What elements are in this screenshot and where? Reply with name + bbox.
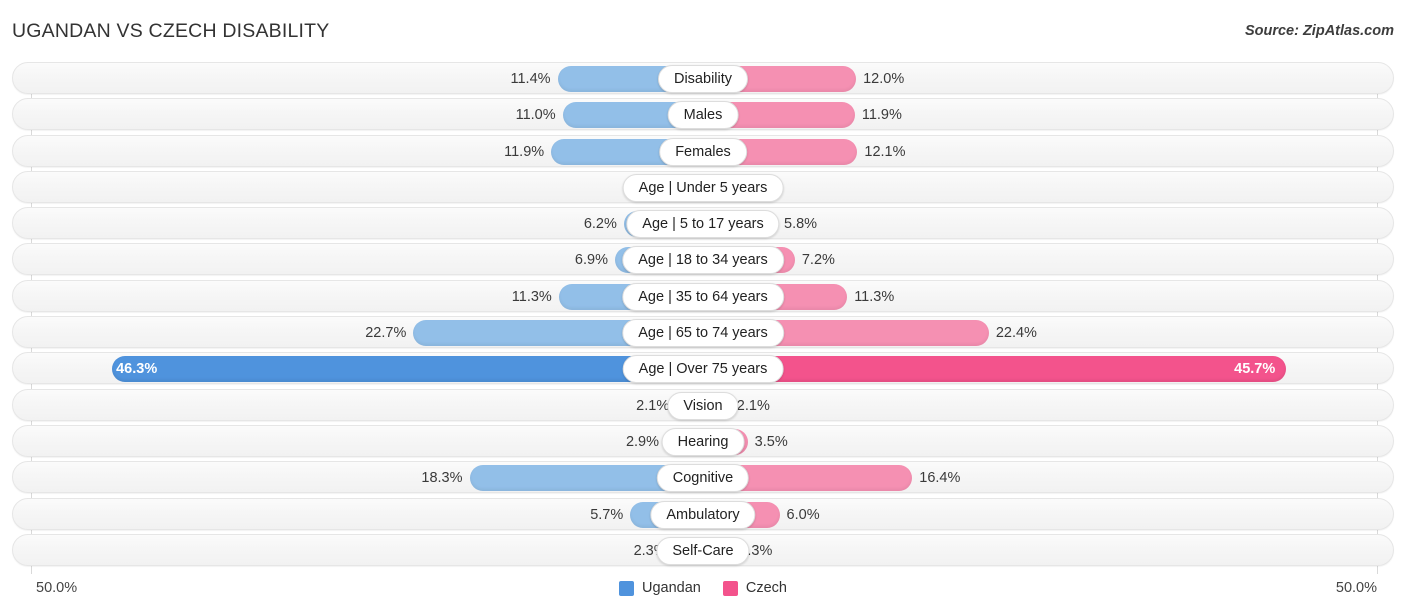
chart-footer: 50.0% 50.0% Ugandan Czech	[0, 572, 1406, 612]
value-label-ugandan: 2.1%	[636, 397, 670, 414]
value-label-czech: 45.7%	[1234, 361, 1276, 378]
value-label-czech: 6.0%	[786, 506, 820, 523]
bar-row[interactable]: 2.9% 3.5% Hearing	[12, 424, 1394, 457]
category-label[interactable]: Hearing	[661, 427, 745, 456]
value-label-ugandan: 11.9%	[504, 143, 545, 160]
category-label[interactable]: Disability	[657, 65, 749, 93]
source-attribution: Source: ZipAtlas.com	[1244, 23, 1394, 39]
category-label[interactable]: Ambulatory	[650, 500, 756, 529]
value-label-czech: 2.1%	[736, 397, 770, 414]
category-label[interactable]: Age | 35 to 64 years	[622, 282, 784, 311]
value-label-czech: 12.1%	[864, 143, 906, 160]
category-label[interactable]: Age | 5 to 17 years	[626, 210, 780, 239]
bar-czech	[703, 356, 1287, 383]
category-label[interactable]: Self-Care	[656, 536, 750, 565]
bar-row[interactable]: 46.3% 45.7% Age | Over 75 years	[12, 352, 1394, 385]
bar-row[interactable]: 2.3% 2.3% Self-Care	[12, 533, 1394, 566]
value-label-czech: 16.4%	[919, 470, 961, 487]
value-label-czech: 3.5%	[754, 433, 788, 450]
category-label[interactable]: Age | Over 75 years	[622, 355, 784, 384]
value-label-czech: 22.4%	[995, 325, 1037, 342]
bar-row[interactable]: 22.7% 22.4% Age | 65 to 74 years	[12, 316, 1394, 349]
bar-ugandan	[112, 356, 703, 383]
bar-rows-container: 11.4% 12.0% Disability 11.0% 11.9% Males 11.9%…	[0, 62, 1406, 570]
bar-row[interactable]: 11.4% 12.0% Disability	[12, 62, 1394, 94]
legend-item[interactable]: Czech	[722, 580, 787, 596]
value-label-ugandan: 46.3%	[116, 361, 158, 378]
category-label[interactable]: Cognitive	[656, 464, 750, 493]
value-label-ugandan: 6.9%	[574, 252, 608, 269]
chart-page: UGANDAN VS CZECH DISABILITY Source: ZipA…	[0, 0, 1406, 612]
chart-header: UGANDAN VS CZECH DISABILITY Source: ZipA…	[0, 0, 1406, 62]
value-label-ugandan: 11.0%	[515, 107, 556, 124]
legend-label: Czech	[745, 580, 787, 596]
bar-row[interactable]: 6.9% 7.2% Age | 18 to 34 years	[12, 243, 1394, 276]
bar-row[interactable]: 5.7% 6.0% Ambulatory	[12, 497, 1394, 530]
category-label[interactable]: Vision	[667, 391, 739, 420]
bar-row[interactable]: 1.1%1.5%Age | Under 5 years	[12, 170, 1394, 203]
value-label-ugandan: 18.3%	[421, 470, 463, 487]
legend-swatch-icon	[722, 580, 738, 596]
page-title: UGANDAN VS CZECH DISABILITY	[12, 20, 330, 42]
value-label-ugandan: 22.7%	[365, 325, 407, 342]
category-label[interactable]: Females	[659, 137, 747, 166]
value-label-ugandan: 11.4%	[510, 71, 551, 87]
category-label[interactable]: Males	[667, 101, 739, 130]
value-label-czech: 7.2%	[801, 252, 835, 269]
bar-row[interactable]: 6.2% 5.8% Age | 5 to 17 years	[12, 207, 1394, 240]
legend-item[interactable]: Ugandan	[619, 580, 701, 596]
value-label-czech: 5.8%	[784, 216, 818, 233]
value-label-ugandan: 2.9%	[625, 433, 659, 450]
category-label[interactable]: Age | Under 5 years	[622, 173, 784, 202]
bar-row[interactable]: 2.1% 2.1% Vision	[12, 388, 1394, 421]
category-label[interactable]: Age | 65 to 74 years	[622, 319, 784, 348]
legend-label: Ugandan	[642, 580, 701, 596]
value-label-czech: 11.9%	[861, 107, 902, 124]
value-label-ugandan: 11.3%	[511, 288, 552, 305]
value-label-czech: 12.0%	[863, 71, 905, 87]
chart-legend: Ugandan Czech	[0, 580, 1406, 596]
value-label-czech: 11.3%	[854, 288, 895, 305]
value-label-ugandan: 5.7%	[590, 506, 624, 523]
bar-row[interactable]: 11.0% 11.9% Males	[12, 98, 1394, 131]
bar-row[interactable]: 11.3% 11.3% Age | 35 to 64 years	[12, 279, 1394, 312]
bar-row[interactable]: 18.3% 16.4% Cognitive	[12, 461, 1394, 494]
value-label-ugandan: 6.2%	[583, 216, 617, 233]
bar-row[interactable]: 11.9% 12.1% Females	[12, 134, 1394, 167]
chart-plot-area: 11.4% 12.0% Disability 11.0% 11.9% Males 11.9%…	[0, 62, 1406, 574]
category-label[interactable]: Age | 18 to 34 years	[622, 246, 784, 275]
legend-swatch-icon	[619, 580, 635, 596]
